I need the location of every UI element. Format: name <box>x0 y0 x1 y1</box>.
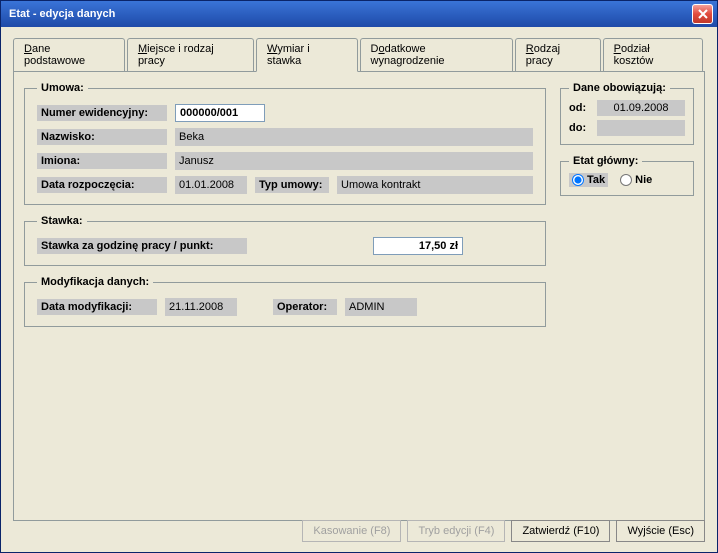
kasowanie-button: Kasowanie (F8) <box>302 520 401 542</box>
field-od: 01.09.2008 <box>597 100 685 116</box>
field-do <box>597 120 685 136</box>
window-title: Etat - edycja danych <box>5 8 692 20</box>
label-do: do: <box>569 122 597 134</box>
close-icon <box>698 9 708 19</box>
client-area: Dane podstawowe Miejsce i rodzaj pracy W… <box>1 27 717 531</box>
group-modyfikacja: Modyfikacja danych: Data modyfikacji: 21… <box>24 276 546 327</box>
tab-wymiar-stawka[interactable]: Wymiar i stawka <box>256 38 357 72</box>
tab-strip: Dane podstawowe Miejsce i rodzaj pracy W… <box>13 37 705 72</box>
radio-tak-label[interactable]: Tak <box>569 173 608 187</box>
radio-tak[interactable] <box>572 174 584 186</box>
label-od: od: <box>569 102 597 114</box>
field-typ-umowy: Umowa kontrakt <box>337 176 533 194</box>
group-umowa: Umowa: Numer ewidencyjny: 000000/001 Naz… <box>24 82 546 205</box>
label-typ-umowy: Typ umowy: <box>255 177 329 193</box>
field-data-mod: 21.11.2008 <box>165 298 237 316</box>
label-operator: Operator: <box>273 299 337 315</box>
label-imiona: Imiona: <box>37 153 167 169</box>
tab-panel: Umowa: Numer ewidencyjny: 000000/001 Naz… <box>13 71 705 521</box>
label-data-rozp: Data rozpoczęcia: <box>37 177 167 193</box>
legend-stawka: Stawka: <box>37 215 87 227</box>
tab-miejsce-rodzaj[interactable]: Miejsce i rodzaj pracy <box>127 38 254 72</box>
tab-podzial-kosztow[interactable]: Podział kosztów <box>603 38 703 72</box>
label-data-mod: Data modyfikacji: <box>37 299 157 315</box>
radio-tak-text: Tak <box>587 174 605 186</box>
legend-etat-glowny: Etat główny: <box>569 155 642 167</box>
label-numer: Numer ewidencyjny: <box>37 105 167 121</box>
right-column: Dane obowiązują: od: 01.09.2008 do: Etat… <box>560 82 694 206</box>
legend-umowa: Umowa: <box>37 82 88 94</box>
tab-dodatkowe[interactable]: Dodatkowe wynagrodzenie <box>360 38 513 72</box>
group-etat-glowny: Etat główny: Tak Nie <box>560 155 694 196</box>
field-nazwisko: Beka <box>175 128 533 146</box>
zatwierdz-button[interactable]: Zatwierdź (F10) <box>511 520 610 542</box>
main-left: Umowa: Numer ewidencyjny: 000000/001 Naz… <box>24 82 546 327</box>
window: Etat - edycja danych Dane podstawowe Mie… <box>0 0 718 553</box>
radio-nie-text: Nie <box>635 174 652 186</box>
label-nazwisko: Nazwisko: <box>37 129 167 145</box>
titlebar: Etat - edycja danych <box>1 1 717 27</box>
field-stawka[interactable]: 17,50 zł <box>373 237 463 255</box>
field-numer[interactable]: 000000/001 <box>175 104 265 122</box>
radio-nie[interactable] <box>620 174 632 186</box>
tab-rodzaj-pracy[interactable]: Rodzaj pracy <box>515 38 601 72</box>
tab-dane-podstawowe[interactable]: Dane podstawowe <box>13 38 125 72</box>
radio-nie-label[interactable]: Nie <box>620 174 652 186</box>
legend-dane-obow: Dane obowiązują: <box>569 82 670 94</box>
close-button[interactable] <box>692 4 713 24</box>
button-bar: Kasowanie (F8) Tryb edycji (F4) Zatwierd… <box>302 520 705 542</box>
group-stawka: Stawka: Stawka za godzinę pracy / punkt:… <box>24 215 546 266</box>
group-dane-obowiazuja: Dane obowiązują: od: 01.09.2008 do: <box>560 82 694 145</box>
legend-modyfikacja: Modyfikacja danych: <box>37 276 153 288</box>
field-imiona: Janusz <box>175 152 533 170</box>
field-operator: ADMIN <box>345 298 417 316</box>
wyjscie-button[interactable]: Wyjście (Esc) <box>616 520 705 542</box>
label-stawka: Stawka za godzinę pracy / punkt: <box>37 238 247 254</box>
tryb-edycji-button: Tryb edycji (F4) <box>407 520 505 542</box>
field-data-rozp: 01.01.2008 <box>175 176 247 194</box>
